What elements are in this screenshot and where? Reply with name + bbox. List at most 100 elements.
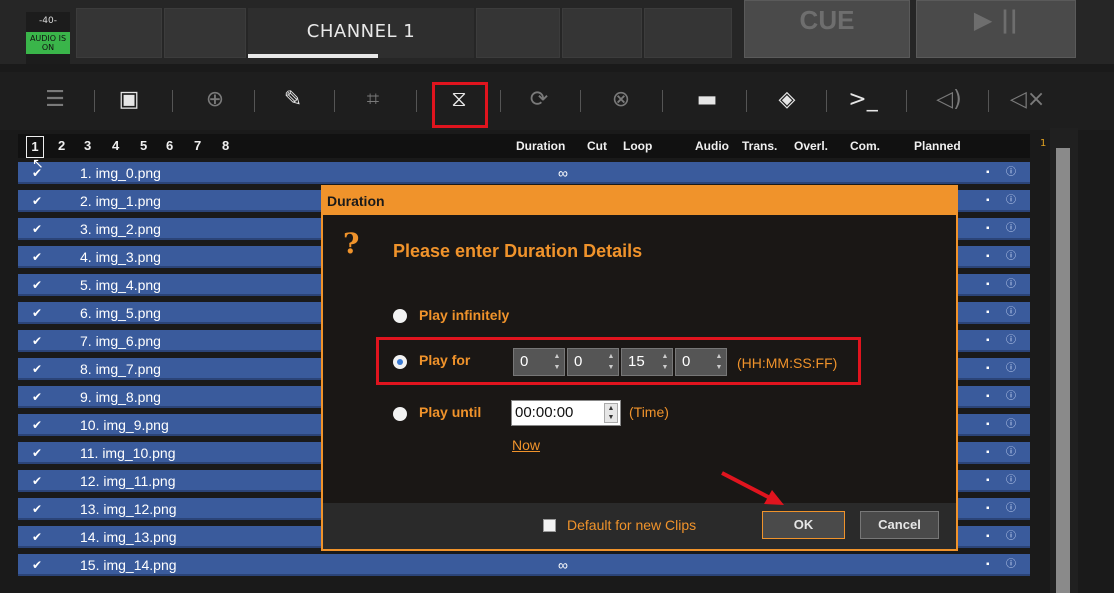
status-dot-icon: ▪ bbox=[986, 363, 990, 374]
play-for-radio[interactable] bbox=[393, 355, 407, 369]
channel-slot[interactable] bbox=[164, 8, 246, 58]
stepper-arrows-icon[interactable]: ▲ ▼ bbox=[660, 351, 670, 373]
list-icon[interactable]: ☰ bbox=[38, 80, 72, 120]
tab-3[interactable]: 3 bbox=[84, 134, 91, 158]
cancel-button[interactable]: Cancel bbox=[860, 511, 939, 539]
play-until-radio[interactable] bbox=[393, 407, 407, 421]
status-dot-icon: ▪ bbox=[986, 391, 990, 402]
tab-7[interactable]: 7 bbox=[194, 134, 201, 158]
stepper-arrows-icon[interactable]: ▲ ▼ bbox=[714, 351, 724, 373]
check-icon[interactable]: ✔ bbox=[32, 302, 42, 324]
magic-wand-icon[interactable]: ✎ bbox=[276, 80, 310, 120]
audio-icon[interactable]: ◁) bbox=[932, 80, 966, 120]
tab-2[interactable]: 2 bbox=[58, 134, 65, 158]
channel-slot[interactable] bbox=[644, 8, 732, 58]
status-dot-icon: ▪ bbox=[986, 167, 990, 178]
scrollbar[interactable] bbox=[1050, 128, 1078, 593]
clip-name: 14. img_13.png bbox=[80, 529, 177, 545]
layers-icon[interactable]: ◈ bbox=[770, 80, 804, 120]
col-trans[interactable]: Trans. bbox=[742, 134, 777, 158]
channel-slot[interactable] bbox=[476, 8, 560, 58]
check-icon[interactable]: ✔ bbox=[32, 330, 42, 352]
tab-6[interactable]: 6 bbox=[166, 134, 173, 158]
info-icon[interactable]: ⓘ bbox=[1006, 386, 1016, 408]
stepper-arrows-icon[interactable]: ▲ ▼ bbox=[552, 351, 562, 373]
info-icon[interactable]: ⓘ bbox=[1006, 358, 1016, 380]
check-icon[interactable]: ✔ bbox=[32, 190, 42, 212]
timeline-icon[interactable]: ▣ bbox=[112, 80, 146, 120]
tab-5[interactable]: 5 bbox=[140, 134, 147, 158]
default-for-new-clips-label[interactable]: Default for new Clips bbox=[567, 517, 696, 533]
seconds-stepper[interactable]: 15 ▲ ▼ bbox=[621, 348, 673, 376]
scrollbar-thumb[interactable] bbox=[1056, 148, 1070, 593]
play-infinitely-label[interactable]: Play infinitely bbox=[419, 307, 509, 323]
check-icon[interactable]: ✔ bbox=[32, 358, 42, 380]
info-icon[interactable]: ⓘ bbox=[1006, 162, 1016, 184]
audio-status-badge[interactable]: AUDIO IS ON bbox=[26, 32, 70, 54]
col-duration[interactable]: Duration bbox=[516, 134, 565, 158]
info-icon[interactable]: ⓘ bbox=[1006, 414, 1016, 436]
loop-off-icon[interactable]: ⊗ bbox=[604, 80, 638, 120]
info-icon[interactable]: ⓘ bbox=[1006, 554, 1016, 576]
stepper-arrows-icon[interactable]: ▲ ▼ bbox=[604, 403, 618, 423]
preview-icon[interactable]: ⊕ bbox=[198, 80, 232, 120]
col-loop[interactable]: Loop bbox=[623, 134, 652, 158]
info-icon[interactable]: ⓘ bbox=[1006, 442, 1016, 464]
now-link[interactable]: Now bbox=[512, 437, 540, 453]
info-icon[interactable]: ⓘ bbox=[1006, 526, 1016, 548]
info-icon[interactable]: ⓘ bbox=[1006, 330, 1016, 352]
info-icon[interactable]: ⓘ bbox=[1006, 302, 1016, 324]
check-icon[interactable]: ✔ bbox=[32, 470, 42, 492]
transition-icon[interactable]: ▬ bbox=[690, 80, 724, 120]
minutes-stepper[interactable]: 0 ▲ ▼ bbox=[567, 348, 619, 376]
frames-stepper[interactable]: 0 ▲ ▼ bbox=[675, 348, 727, 376]
status-dot-icon: ▪ bbox=[986, 419, 990, 430]
check-icon[interactable]: ✔ bbox=[32, 442, 42, 464]
stepper-arrows-icon[interactable]: ▲ ▼ bbox=[606, 351, 616, 373]
command-icon[interactable]: >_ bbox=[846, 80, 880, 120]
hours-stepper[interactable]: 0 ▲ ▼ bbox=[513, 348, 565, 376]
play-until-label[interactable]: Play until bbox=[419, 404, 481, 420]
check-icon[interactable]: ✔ bbox=[32, 526, 42, 548]
col-com[interactable]: Com. bbox=[850, 134, 880, 158]
col-overl[interactable]: Overl. bbox=[794, 134, 828, 158]
toolbar-separator bbox=[94, 90, 95, 112]
check-icon[interactable]: ✔ bbox=[32, 218, 42, 240]
check-icon[interactable]: ✔ bbox=[32, 246, 42, 268]
playlist-row[interactable]: ✔ 15. img_14.png ∞ ▪ ⓘ bbox=[18, 554, 1030, 576]
channel-slot[interactable] bbox=[562, 8, 642, 58]
info-icon[interactable]: ⓘ bbox=[1006, 190, 1016, 212]
ok-button[interactable]: OK bbox=[762, 511, 845, 539]
playlist-row[interactable]: ✔ 1. img_0.png ∞ ▪ ⓘ bbox=[18, 162, 1030, 184]
channel-tab[interactable]: CHANNEL 1 bbox=[248, 8, 474, 58]
check-icon[interactable]: ✔ bbox=[32, 386, 42, 408]
channel-slot[interactable] bbox=[76, 8, 162, 58]
info-icon[interactable]: ⓘ bbox=[1006, 498, 1016, 520]
play-infinitely-radio[interactable] bbox=[393, 309, 407, 323]
check-icon[interactable]: ✔ bbox=[32, 274, 42, 296]
info-icon[interactable]: ⓘ bbox=[1006, 274, 1016, 296]
col-planned[interactable]: Planned bbox=[914, 134, 961, 158]
clip-name: 8. img_7.png bbox=[80, 361, 161, 377]
tab-4[interactable]: 4 bbox=[112, 134, 119, 158]
info-icon[interactable]: ⓘ bbox=[1006, 218, 1016, 240]
check-icon[interactable]: ✔ bbox=[32, 498, 42, 520]
play-pause-button[interactable]: ▶ || bbox=[916, 0, 1076, 58]
col-audio[interactable]: Audio bbox=[695, 134, 729, 158]
col-cut[interactable]: Cut bbox=[587, 134, 607, 158]
loop-icon[interactable]: ⟳ bbox=[522, 80, 556, 120]
default-for-new-clips-checkbox[interactable] bbox=[543, 519, 556, 532]
tab-1[interactable]: 1 bbox=[26, 136, 44, 158]
clip-name: 9. img_8.png bbox=[80, 389, 161, 405]
mute-icon[interactable]: ◁× bbox=[1010, 80, 1045, 120]
crop-icon[interactable]: ⌗ bbox=[356, 80, 390, 120]
check-icon[interactable]: ✔ bbox=[32, 414, 42, 436]
until-time-input[interactable]: 00:00:00 ▲ ▼ bbox=[511, 400, 621, 426]
top-header: -40- AUDIO IS ON CHANNEL 1 CUE ▶ || bbox=[0, 0, 1114, 64]
info-icon[interactable]: ⓘ bbox=[1006, 246, 1016, 268]
cue-button[interactable]: CUE bbox=[744, 0, 910, 58]
tab-8[interactable]: 8 bbox=[222, 134, 229, 158]
info-icon[interactable]: ⓘ bbox=[1006, 470, 1016, 492]
play-for-label[interactable]: Play for bbox=[419, 352, 470, 368]
check-icon[interactable]: ✔ bbox=[32, 554, 42, 576]
